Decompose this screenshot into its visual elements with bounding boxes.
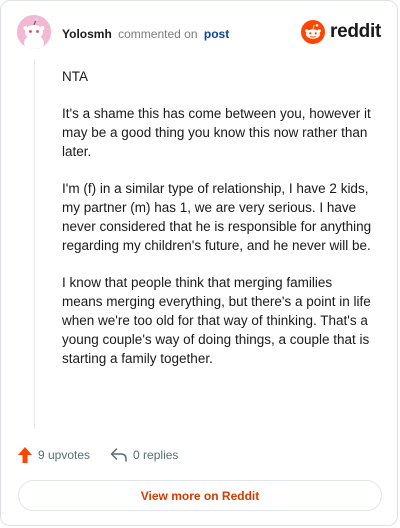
comment-header: Yolosmh commented on post reddit	[17, 15, 381, 53]
embedded-comment-card: Yolosmh commented on post reddit NTA It'…	[0, 0, 398, 526]
reddit-wordmark: reddit	[330, 21, 381, 42]
view-more-button[interactable]: View more on Reddit	[18, 480, 382, 511]
user-avatar[interactable]	[17, 15, 51, 49]
comment-paragraph: I'm (f) in a similar type of relationshi…	[62, 181, 372, 253]
comment-meta: Yolosmh commented on post	[62, 27, 229, 41]
upvote-button[interactable]: 9 upvotes	[17, 446, 90, 464]
comment-paragraph: It's a shame this has come between you, …	[62, 106, 371, 159]
reply-count: 0 replies	[133, 448, 179, 462]
post-link[interactable]: post	[204, 27, 229, 41]
comment-body: NTA It's a shame this has come between y…	[62, 67, 372, 386]
action-text: commented on	[118, 27, 198, 41]
reply-button[interactable]: 0 replies	[110, 447, 178, 463]
reply-arrow-icon	[110, 448, 127, 462]
comment-actions: 9 upvotes 0 replies	[17, 445, 198, 465]
reddit-brand[interactable]: reddit	[301, 19, 381, 45]
comment-paragraph: NTA	[62, 69, 88, 84]
thread-line	[34, 59, 35, 429]
comment-paragraph: I know that people think that merging fa…	[62, 275, 371, 366]
avatar-snoo-icon	[17, 15, 51, 49]
upvote-arrow-icon	[18, 447, 32, 463]
upvote-count: 9 upvotes	[38, 448, 91, 462]
reddit-logo-icon	[301, 20, 326, 44]
username[interactable]: Yolosmh	[62, 27, 112, 41]
